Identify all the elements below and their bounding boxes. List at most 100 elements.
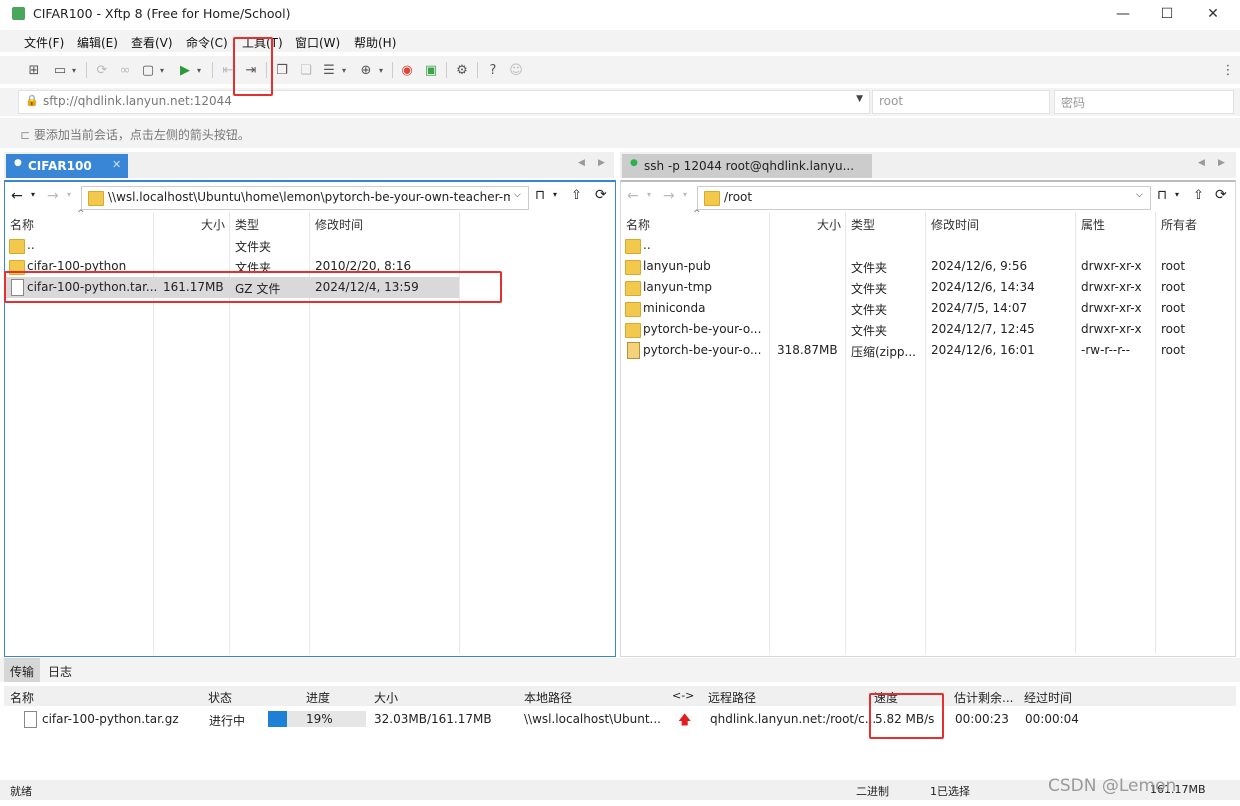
link-icon[interactable]: ∞: [117, 62, 133, 78]
col-size[interactable]: 大小: [201, 216, 225, 233]
chat-icon[interactable]: ☺: [508, 62, 524, 78]
scroll-right-icon[interactable]: ▶: [598, 158, 605, 168]
chevron-down-icon[interactable]: ▾: [67, 190, 71, 199]
menu-view[interactable]: 查看(V): [131, 34, 173, 51]
address-bar[interactable]: 🔒 sftp://qhdlink.lanyun.net:12044 ▼: [18, 90, 870, 114]
tab-local[interactable]: ● CIFAR100 ✕: [6, 154, 128, 178]
menu-window[interactable]: 窗口(W): [295, 34, 340, 51]
gear-icon[interactable]: ⚙: [454, 62, 470, 78]
scroll-left-icon[interactable]: ◀: [578, 158, 585, 168]
back-icon[interactable]: ←: [627, 188, 639, 204]
local-path-field[interactable]: \\wsl.localhost\Ubuntu\home\lemon\pytorc…: [81, 186, 529, 210]
scroll-left-icon[interactable]: ◀: [1198, 158, 1205, 168]
chevron-down-icon[interactable]: ▾: [647, 190, 651, 199]
chevron-down-icon[interactable]: ▾: [195, 62, 203, 78]
close-tab-icon[interactable]: ✕: [112, 158, 121, 171]
globe-icon[interactable]: ⊕: [358, 62, 374, 78]
col-elapsed[interactable]: 经过时间: [1024, 689, 1072, 706]
chevron-down-icon[interactable]: ▾: [70, 62, 78, 78]
session-hint-icon[interactable]: ⊏: [20, 128, 30, 142]
col-size[interactable]: 大小: [374, 689, 398, 706]
username-field[interactable]: root: [872, 90, 1050, 114]
chevron-down-icon[interactable]: ⌵: [1136, 190, 1143, 200]
tab-transfers[interactable]: 传输: [10, 663, 34, 680]
chevron-down-icon[interactable]: ▾: [683, 190, 687, 199]
col-status[interactable]: 状态: [208, 689, 232, 706]
list-item[interactable]: lanyun-tmp 文件夹 2024/12/6, 14:34 drwxr-xr…: [621, 277, 1235, 298]
window-icon[interactable]: ▢: [140, 62, 156, 78]
bookmark-icon[interactable]: ⊓: [535, 188, 545, 203]
watermark: CSDN @Lemon: [1048, 776, 1177, 796]
col-owner[interactable]: 所有者: [1161, 216, 1197, 233]
list-item[interactable]: miniconda 文件夹 2024/7/5, 14:07 drwxr-xr-x…: [621, 298, 1235, 319]
up-folder-icon[interactable]: ⇧: [1193, 188, 1204, 203]
list-item[interactable]: .. 文件夹: [5, 235, 615, 256]
chevron-down-icon[interactable]: ▼: [856, 94, 863, 104]
up-folder-icon[interactable]: ⇧: [571, 188, 582, 203]
copy-icon[interactable]: ❐: [274, 62, 290, 78]
col-type[interactable]: 类型: [851, 216, 875, 233]
highlight-box: [869, 693, 944, 739]
col-name[interactable]: 名称: [10, 689, 34, 706]
help-icon[interactable]: ?: [485, 62, 501, 78]
col-size[interactable]: 大小: [817, 216, 841, 233]
close-button[interactable]: ✕: [1190, 0, 1236, 28]
paste-icon[interactable]: ❏: [298, 62, 314, 78]
list-view-icon[interactable]: ☰: [321, 62, 337, 78]
tab-remote[interactable]: ● ssh -p 12044 root@qhdlink.lanyu...: [622, 154, 872, 178]
scroll-right-icon[interactable]: ▶: [1218, 158, 1225, 168]
address-input[interactable]: sftp://qhdlink.lanyun.net:12044: [43, 94, 232, 108]
xftp-icon[interactable]: ▣: [423, 62, 439, 78]
col-remote-path[interactable]: 远程路径: [708, 689, 756, 706]
minimize-button[interactable]: —: [1100, 0, 1146, 28]
col-name[interactable]: 名称: [10, 216, 34, 233]
new-session-icon[interactable]: ⊞: [26, 62, 42, 78]
forward-icon[interactable]: →: [663, 188, 675, 204]
chevron-down-icon[interactable]: ▾: [31, 190, 35, 199]
refresh-icon[interactable]: ⟳: [1215, 187, 1227, 203]
col-progress[interactable]: 进度: [306, 689, 330, 706]
list-item[interactable]: pytorch-be-your-o... 文件夹 2024/12/7, 12:4…: [621, 319, 1235, 340]
col-local-path[interactable]: 本地路径: [524, 689, 572, 706]
back-icon[interactable]: ←: [11, 188, 23, 204]
folder-icon: [9, 239, 25, 254]
password-field[interactable]: 密码: [1054, 90, 1234, 114]
highlight-box: [4, 271, 502, 303]
folder-icon: [625, 239, 641, 254]
chevron-down-icon[interactable]: ▾: [340, 62, 348, 78]
more-icon[interactable]: ⋮: [1220, 62, 1236, 78]
menu-command[interactable]: 命令(C): [186, 34, 228, 51]
forward-icon[interactable]: →: [47, 188, 59, 204]
open-session-icon[interactable]: ▭: [52, 62, 68, 78]
folder-icon: [704, 191, 720, 206]
chevron-down-icon[interactable]: ▾: [1175, 190, 1179, 199]
menu-file[interactable]: 文件(F): [24, 34, 64, 51]
progress-text: 19%: [306, 712, 333, 726]
menu-edit[interactable]: 编辑(E): [77, 34, 118, 51]
col-attr[interactable]: 属性: [1081, 216, 1105, 233]
list-item[interactable]: ..: [621, 235, 1235, 256]
tab-log[interactable]: 日志: [48, 663, 72, 680]
list-item[interactable]: pytorch-be-your-o... 318.87MB 压缩(zipp...…: [621, 340, 1235, 361]
chevron-down-icon[interactable]: ⌵: [514, 190, 521, 200]
transfer-mode[interactable]: 二进制: [856, 783, 889, 799]
bookmark-icon[interactable]: ⊓: [1157, 188, 1167, 203]
col-name[interactable]: 名称: [626, 216, 650, 233]
chevron-down-icon[interactable]: ▾: [553, 190, 557, 199]
menu-help[interactable]: 帮助(H): [354, 34, 396, 51]
maximize-button[interactable]: ☐: [1144, 0, 1190, 28]
col-type[interactable]: 类型: [235, 216, 259, 233]
transfer-row[interactable]: cifar-100-python.tar.gz 进行中 19% 32.03MB/…: [4, 708, 1236, 730]
remote-path-field[interactable]: /root ⌵: [697, 186, 1151, 210]
refresh-icon[interactable]: ⟳: [595, 187, 607, 203]
play-icon[interactable]: ▶: [177, 62, 193, 78]
chevron-down-icon[interactable]: ▾: [377, 62, 385, 78]
reconnect-icon[interactable]: ⟳: [94, 62, 110, 78]
col-eta[interactable]: 估计剩余...: [954, 689, 1013, 706]
chevron-down-icon[interactable]: ▾: [158, 62, 166, 78]
col-date[interactable]: 修改时间: [931, 216, 979, 233]
list-item[interactable]: lanyun-pub 文件夹 2024/12/6, 9:56 drwxr-xr-…: [621, 256, 1235, 277]
col-date[interactable]: 修改时间: [315, 216, 363, 233]
col-direction[interactable]: <->: [672, 689, 694, 702]
xshell-icon[interactable]: ◉: [399, 62, 415, 78]
